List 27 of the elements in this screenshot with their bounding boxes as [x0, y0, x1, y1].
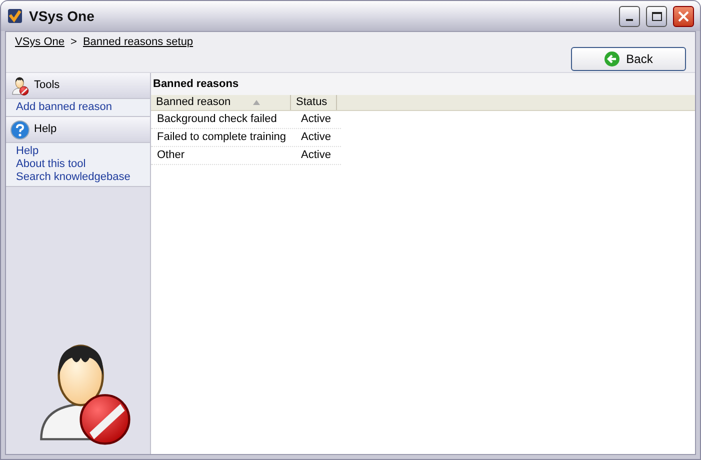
table-cell-text: Active [300, 148, 332, 164]
minimize-icon[interactable] [619, 6, 640, 26]
help-icon [10, 120, 30, 140]
column-header[interactable]: Banned reason [151, 95, 291, 110]
back-button[interactable]: Back [571, 47, 686, 71]
breadcrumb-link[interactable]: VSys One [15, 34, 65, 50]
maximize-icon[interactable] [646, 6, 667, 26]
checkmark-logo-icon [7, 8, 23, 24]
section-title: Help [34, 122, 57, 138]
table-cell-text: Other [156, 148, 186, 164]
table-cell-text: Active [300, 130, 332, 146]
breadcrumb-separator: > [70, 35, 77, 50]
sidebar-link[interactable]: Search knowledgebase [16, 171, 140, 184]
table-cell-text: Failed to complete training [156, 130, 288, 146]
table-cell-text: Background check failed [156, 112, 278, 128]
back-arrow-icon [604, 51, 620, 67]
sidebar-link[interactable]: Help [16, 145, 140, 158]
sort-arrow-icon [252, 100, 260, 105]
panel-title: Banned reasons [151, 73, 695, 95]
close-icon[interactable] [673, 6, 694, 26]
banned-user-icon [10, 76, 30, 96]
section-title: Tools [34, 78, 60, 94]
column-header[interactable]: Status [291, 95, 337, 110]
breadcrumb-link[interactable]: Banned reasons setup [82, 34, 194, 50]
window-title: VSys One [29, 6, 94, 26]
sidebar-link[interactable]: About this tool [16, 158, 140, 171]
table-cell-text: Active [300, 112, 332, 128]
